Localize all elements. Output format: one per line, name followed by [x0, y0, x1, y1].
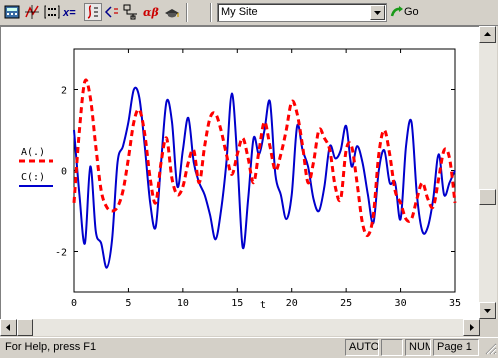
calculus-toolbar-icon[interactable] [84, 3, 102, 21]
site-combobox-value: My Site [221, 6, 258, 18]
x-tick-label: 25 [340, 298, 352, 309]
evaluation-toolbar-icon[interactable]: x= [62, 3, 80, 21]
x-tick-label: 10 [177, 298, 189, 309]
x-tick-label: 0 [71, 298, 77, 309]
x-tick-label: 35 [449, 298, 461, 309]
series-c-line [73, 86, 456, 269]
go-button-label: Go [404, 6, 419, 18]
vertical-scrollbar[interactable] [479, 26, 497, 319]
scroll-right-button[interactable] [463, 319, 480, 336]
x-tick-label: 5 [125, 298, 131, 309]
symbolic-toolbar-icon[interactable] [163, 3, 181, 21]
site-combobox[interactable]: My Site [217, 3, 387, 22]
toolbar-separator [210, 3, 212, 22]
status-empty-pane [381, 339, 403, 356]
horizontal-scroll-thumb[interactable] [17, 319, 33, 336]
calculator-toolbar-icon[interactable] [3, 3, 21, 21]
greek-toolbar-icon[interactable]: αβ [142, 3, 160, 21]
graph-toolbar-icon[interactable] [23, 3, 41, 21]
worksheet-area[interactable]: 0 5 10 15 20 25 30 35 2 0 -2 t A(.) C(:) [0, 26, 480, 319]
go-arrow-icon [390, 6, 403, 17]
x-axis-label: t [260, 300, 266, 311]
boolean-toolbar-icon[interactable] [103, 3, 121, 21]
scroll-left-button[interactable] [0, 319, 17, 336]
status-message: For Help, press F1 [5, 341, 97, 353]
y-tick-label: 2 [61, 86, 67, 97]
scrollbar-corner [480, 319, 498, 336]
chevron-down-icon[interactable] [370, 5, 385, 20]
y-tick-label: -2 [55, 248, 67, 259]
toolbar: x= αβ My Site Go [0, 0, 498, 26]
status-auto-mode: AUTO [345, 339, 379, 356]
plot-frame [73, 48, 456, 293]
x-tick-label: 15 [231, 298, 243, 309]
greek-toolbar-label: αβ [143, 6, 159, 19]
legend: A(.) C(:) [19, 147, 53, 187]
x-tick-label: 20 [286, 298, 298, 309]
y-tick-label: 0 [61, 167, 67, 178]
matrix-toolbar-icon[interactable] [43, 3, 61, 21]
resize-grip-icon[interactable] [483, 341, 497, 355]
scroll-up-button[interactable] [479, 26, 496, 43]
horizontal-scrollbar[interactable] [0, 319, 480, 336]
vertical-scroll-thumb[interactable] [479, 188, 496, 205]
x-tick-label: 30 [395, 298, 407, 309]
line-chart: 0 5 10 15 20 25 30 35 20-2 t A(.) C(:) [19, 48, 461, 311]
status-page-indicator: Page 1 [433, 339, 479, 356]
evaluation-toolbar-label: x= [62, 7, 76, 19]
toolbar-separator [186, 3, 188, 22]
go-button[interactable]: Go [390, 4, 422, 22]
status-num-indicator: NUM [405, 339, 431, 356]
scroll-down-button[interactable] [479, 302, 496, 319]
programming-toolbar-icon[interactable] [122, 3, 140, 21]
legend-label-a: A(.) [21, 147, 45, 158]
legend-label-c: C(:) [21, 172, 45, 183]
status-bar: For Help, press F1 AUTO NUM Page 1 [0, 337, 498, 356]
